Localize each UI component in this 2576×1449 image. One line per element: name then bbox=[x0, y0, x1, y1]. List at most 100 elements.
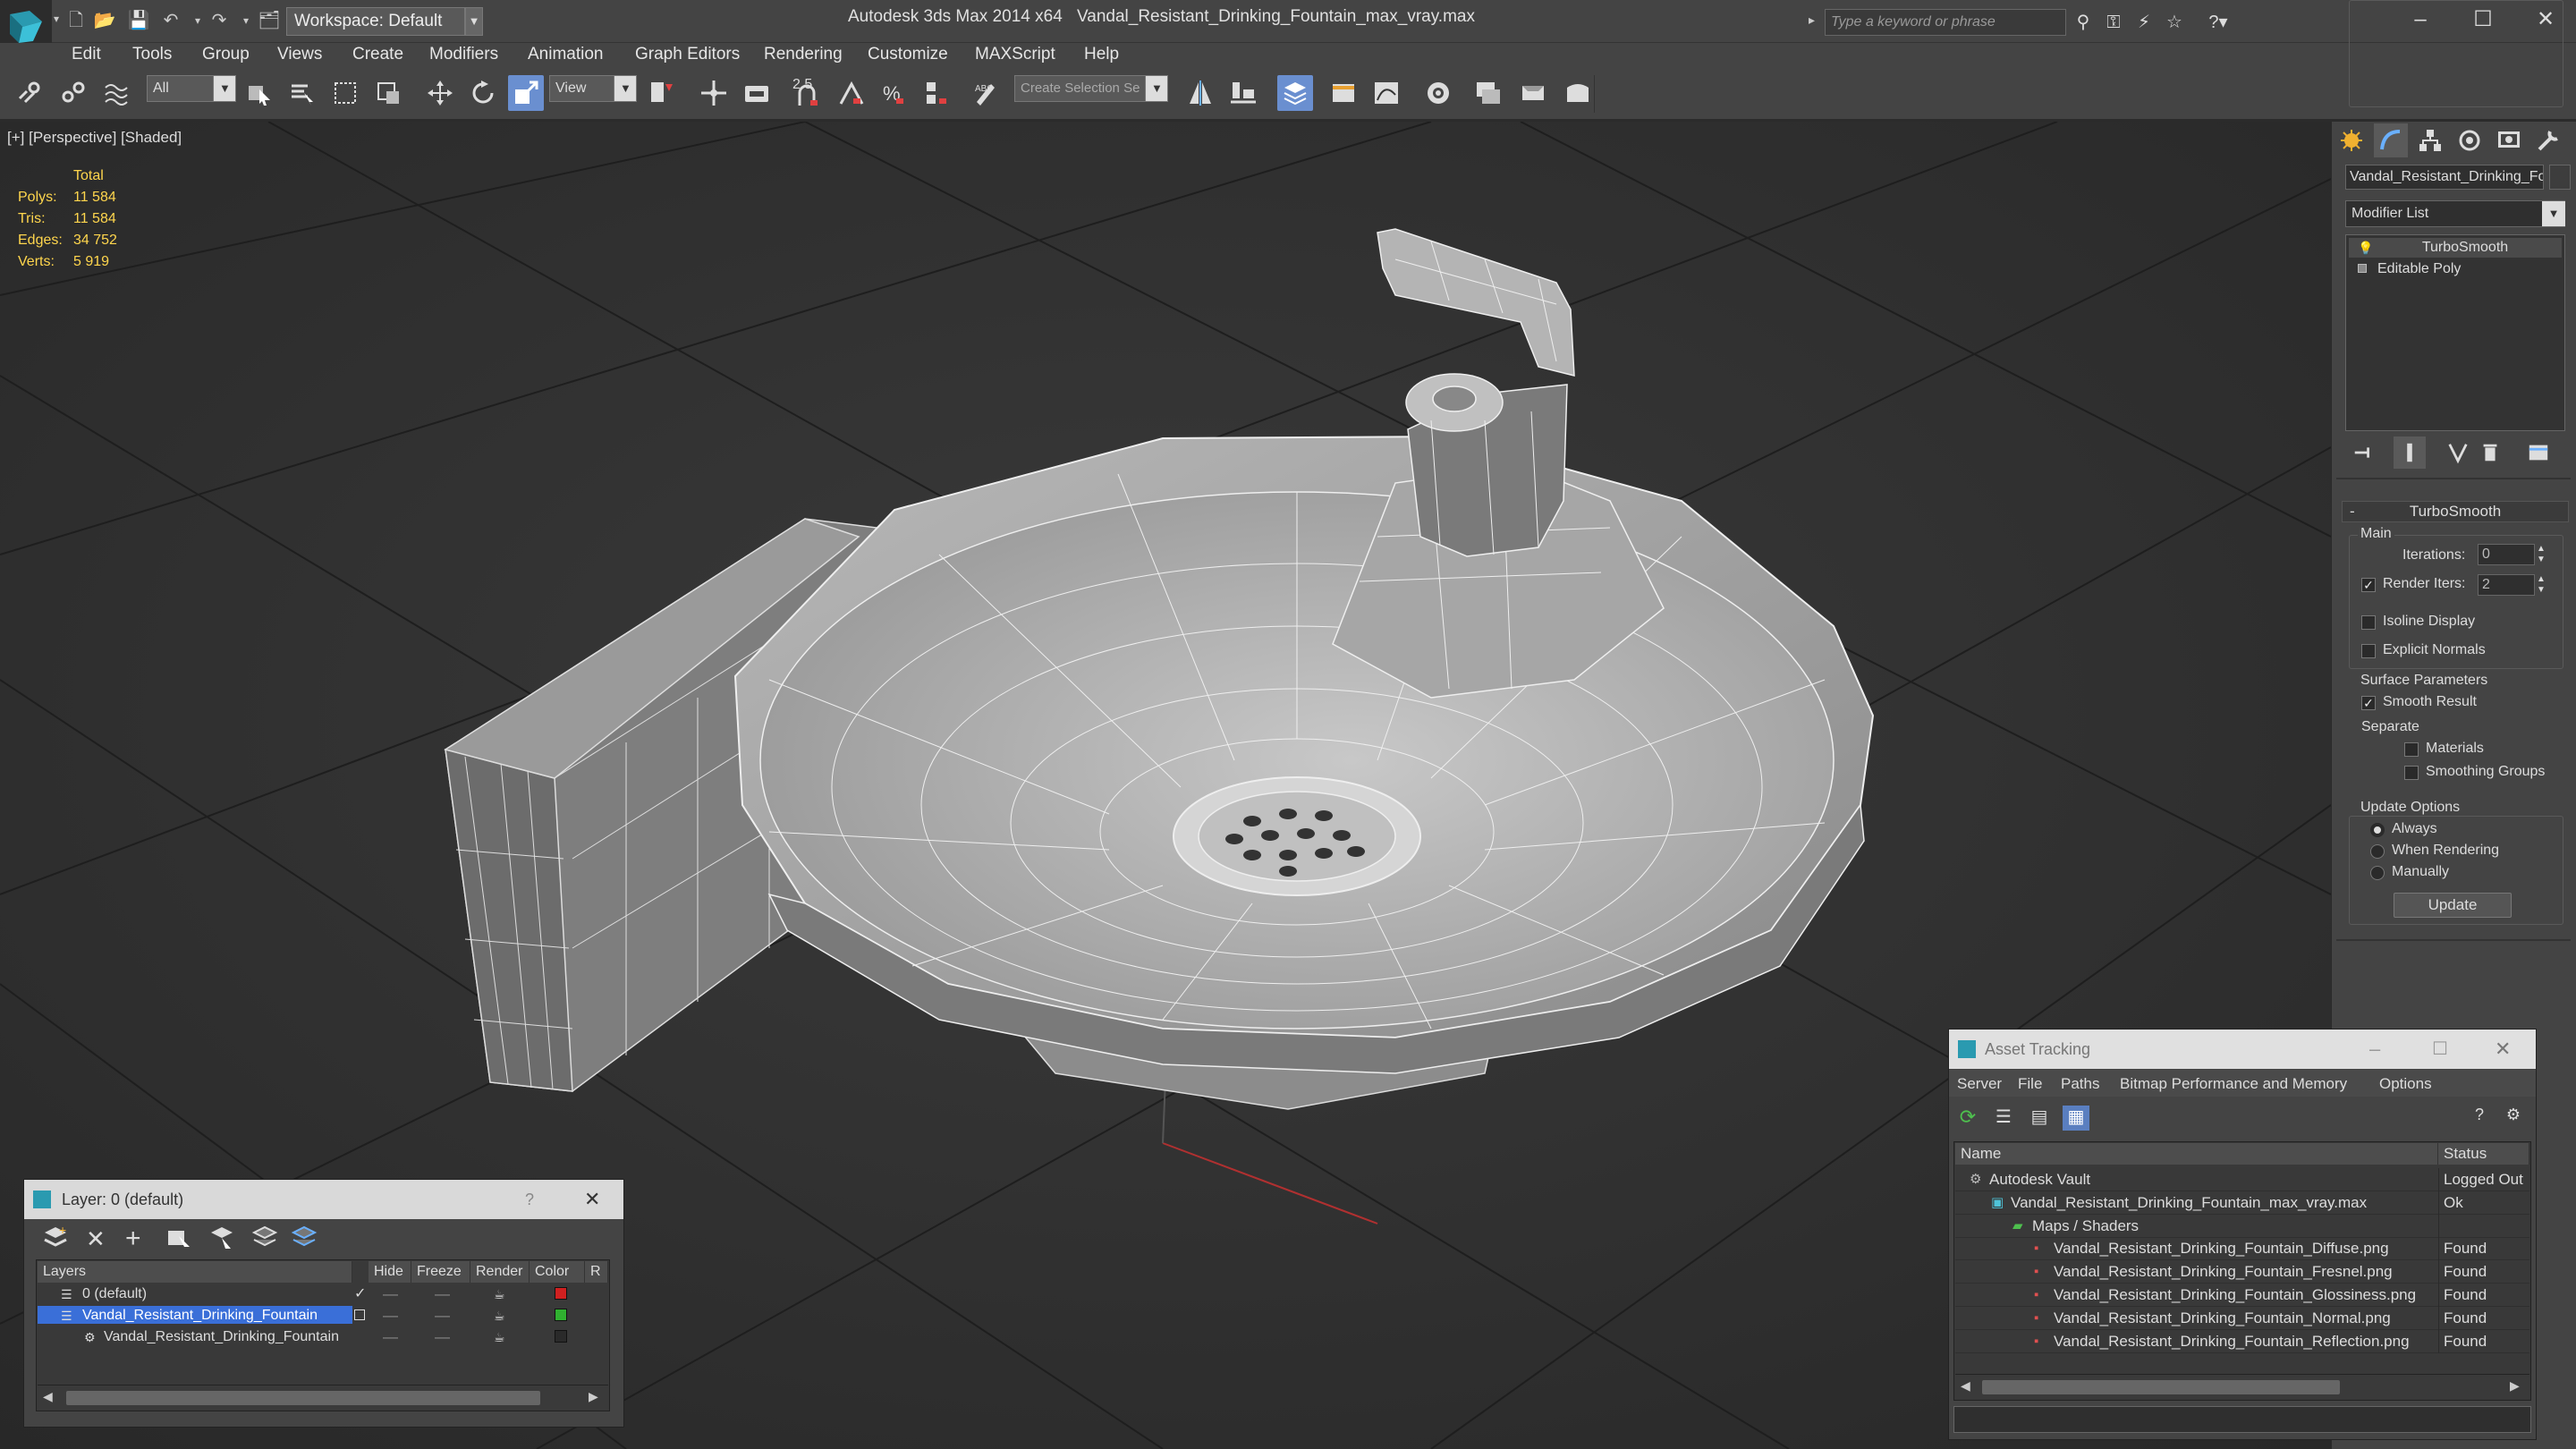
hide-toggle[interactable]: — bbox=[383, 1326, 398, 1349]
freeze-toggle[interactable]: — bbox=[435, 1283, 450, 1306]
object-color-swatch[interactable] bbox=[2549, 165, 2571, 190]
select-object-icon[interactable] bbox=[242, 75, 277, 111]
select-in-layer-icon[interactable] bbox=[161, 1224, 197, 1252]
viewport-label[interactable]: [+] [Perspective] [Shaded] bbox=[7, 129, 182, 147]
table-view-icon[interactable]: ▦ bbox=[2063, 1106, 2089, 1131]
asset-window-maximize-icon[interactable]: ☐ bbox=[2432, 1030, 2448, 1069]
layer-row[interactable]: ☰ Vandal_Resistant_Drinking_Fountain — —… bbox=[38, 1304, 608, 1326]
stack-item-turbosmooth[interactable]: 💡 TurboSmooth bbox=[2349, 238, 2562, 258]
scroll-thumb[interactable] bbox=[1982, 1380, 2340, 1394]
asset-menu-bitmap-performance[interactable]: Bitmap Performance and Memory bbox=[2120, 1075, 2347, 1093]
layer-horizontal-scrollbar[interactable]: ◀ ▶ bbox=[38, 1385, 608, 1410]
window-crossing-icon[interactable] bbox=[370, 75, 406, 111]
motion-tab-icon[interactable] bbox=[2453, 123, 2487, 157]
materials-checkbox[interactable] bbox=[2404, 742, 2419, 757]
list-view-icon[interactable]: ☰ bbox=[1991, 1106, 2016, 1131]
modify-tab-icon[interactable] bbox=[2374, 123, 2408, 157]
asset-row[interactable]: ▪ Vandal_Resistant_Drinking_Fountain_Nor… bbox=[1955, 1306, 2529, 1330]
schematic-view-icon[interactable] bbox=[1420, 75, 1456, 111]
select-by-name-icon[interactable] bbox=[284, 75, 320, 111]
manually-radio[interactable] bbox=[2370, 866, 2385, 880]
highlight-layer-icon[interactable] bbox=[204, 1224, 240, 1252]
always-radio[interactable] bbox=[2370, 823, 2385, 837]
create-tab-icon[interactable] bbox=[2334, 123, 2368, 157]
asset-col-name[interactable]: Name bbox=[1955, 1143, 2438, 1165]
refresh-icon[interactable]: ⟳ bbox=[1955, 1106, 1980, 1131]
smoothing-groups-checkbox[interactable] bbox=[2404, 766, 2419, 780]
iterations-input[interactable]: 0 bbox=[2478, 544, 2535, 565]
pivot-center-icon[interactable] bbox=[644, 75, 680, 111]
select-and-scale-icon[interactable] bbox=[508, 75, 544, 111]
scroll-right-icon[interactable]: ▶ bbox=[589, 1389, 598, 1404]
current-layer-check-icon[interactable]: ✓ bbox=[354, 1283, 366, 1306]
add-to-layer-icon[interactable]: + bbox=[125, 1224, 141, 1254]
select-and-manipulate-icon[interactable] bbox=[696, 75, 732, 111]
scroll-left-icon[interactable]: ◀ bbox=[43, 1389, 53, 1404]
layer-color-swatch[interactable] bbox=[555, 1330, 567, 1343]
configure-modifier-sets-icon[interactable] bbox=[2522, 436, 2555, 469]
stack-item-editable-poly[interactable]: Editable Poly bbox=[2349, 259, 2562, 279]
scroll-thumb[interactable] bbox=[66, 1391, 540, 1405]
asset-help-icon[interactable]: ? bbox=[2467, 1106, 2492, 1131]
delete-layer-icon[interactable]: ✕ bbox=[86, 1225, 106, 1253]
set-current-layer-icon[interactable] bbox=[354, 1309, 365, 1320]
angle-snap-toggle-icon[interactable] bbox=[834, 75, 869, 111]
lightbulb-icon[interactable]: 💡 bbox=[2358, 238, 2373, 258]
keyboard-shortcut-override-icon[interactable] bbox=[739, 75, 775, 111]
communication-center-icon[interactable]: ⚡ bbox=[2132, 11, 2156, 34]
render-setup-icon[interactable] bbox=[1515, 75, 1551, 111]
select-and-rotate-icon[interactable] bbox=[465, 75, 501, 111]
render-iters-spinner-icon[interactable]: ▲ ▼ bbox=[2537, 574, 2549, 596]
rectangular-selection-icon[interactable] bbox=[327, 75, 363, 111]
bind-to-space-warp-icon[interactable] bbox=[98, 75, 134, 111]
layer-col-render[interactable]: Render bbox=[470, 1261, 530, 1283]
render-iters-checkbox[interactable]: ✓ bbox=[2361, 578, 2376, 592]
reference-coordinate-arrow-icon[interactable]: ▼ bbox=[614, 75, 637, 102]
layer-manager-icon[interactable] bbox=[1277, 75, 1313, 111]
scene-explorer-icon[interactable] bbox=[1326, 75, 1361, 111]
search-input[interactable]: Type a keyword or phrase bbox=[1825, 9, 2066, 36]
asset-menu-server[interactable]: Server bbox=[1957, 1075, 2002, 1093]
layer-col-freeze[interactable]: Freeze bbox=[411, 1261, 470, 1283]
layer-row[interactable]: ☰ 0 (default) ✓ — — ☕ bbox=[38, 1283, 608, 1304]
freeze-toggle[interactable]: — bbox=[435, 1304, 450, 1327]
update-button[interactable]: Update bbox=[2394, 893, 2512, 918]
save-file-icon[interactable]: 💾 bbox=[127, 9, 150, 32]
hierarchy-tab-icon[interactable] bbox=[2413, 123, 2447, 157]
show-end-result-icon[interactable] bbox=[2394, 436, 2426, 469]
asset-row[interactable]: ▪ Vandal_Resistant_Drinking_Fountain_Dif… bbox=[1955, 1237, 2529, 1261]
hide-all-layers-icon[interactable] bbox=[247, 1224, 283, 1252]
undo-icon[interactable]: ↶ bbox=[159, 9, 182, 32]
spinner-snap-toggle-icon[interactable] bbox=[919, 75, 955, 111]
layer-window-close-icon[interactable]: ✕ bbox=[584, 1180, 600, 1219]
percent-snap-toggle-icon[interactable]: % bbox=[877, 75, 912, 111]
select-and-move-icon[interactable] bbox=[422, 75, 458, 111]
asset-window-close-icon[interactable]: ✕ bbox=[2495, 1030, 2511, 1069]
layer-color-swatch[interactable] bbox=[555, 1287, 567, 1300]
binoculars-icon[interactable]: ⚲ bbox=[2072, 11, 2095, 34]
asset-menu-paths[interactable]: Paths bbox=[2061, 1075, 2099, 1093]
pin-stack-icon[interactable] bbox=[2347, 436, 2379, 469]
isoline-display-checkbox[interactable] bbox=[2361, 615, 2376, 630]
freeze-all-layers-icon[interactable] bbox=[286, 1224, 322, 1252]
subscription-icon[interactable]: ⚿ bbox=[2102, 11, 2125, 34]
modifier-list-dropdown[interactable]: Modifier List bbox=[2345, 200, 2565, 227]
layer-window-titlebar[interactable]: Layer: 0 (default) ? ✕ bbox=[24, 1180, 623, 1219]
hide-toggle[interactable]: — bbox=[383, 1283, 398, 1306]
menu-rendering[interactable]: Rendering bbox=[764, 45, 843, 64]
asset-col-status[interactable]: Status bbox=[2438, 1143, 2529, 1165]
layer-color-swatch[interactable] bbox=[555, 1309, 567, 1321]
expand-toggle-icon[interactable] bbox=[2358, 264, 2367, 273]
menu-animation[interactable]: Animation bbox=[528, 45, 604, 64]
menu-views[interactable]: Views bbox=[277, 45, 322, 64]
object-name-field[interactable]: Vandal_Resistant_Drinking_Fo bbox=[2345, 165, 2544, 190]
when-rendering-radio[interactable] bbox=[2370, 844, 2385, 859]
workspace-dropdown-arrow-icon[interactable]: ▼ bbox=[465, 7, 483, 36]
menu-group[interactable]: Group bbox=[202, 45, 250, 64]
asset-row[interactable]: ▰ Maps / Shaders bbox=[1955, 1214, 2529, 1238]
new-file-icon[interactable]: 🗋 bbox=[64, 9, 88, 32]
collapse-icon[interactable]: - bbox=[2350, 502, 2355, 521]
align-icon[interactable] bbox=[1225, 75, 1261, 111]
layer-row[interactable]: ⚙ Vandal_Resistant_Drinking_Fountain — —… bbox=[38, 1326, 608, 1347]
iterations-spinner-icon[interactable]: ▲ ▼ bbox=[2537, 544, 2549, 565]
